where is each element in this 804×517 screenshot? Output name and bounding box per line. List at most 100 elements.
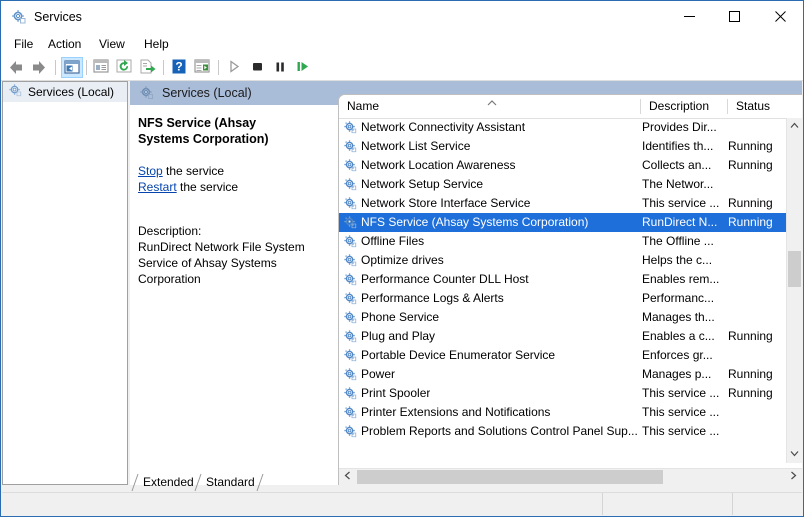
table-row[interactable]: Printer Extensions and Notifications This…	[339, 403, 786, 422]
cell-name: Network Setup Service	[361, 175, 483, 194]
service-gear-icon	[343, 405, 358, 420]
vertical-scrollbar-thumb[interactable]	[788, 251, 801, 287]
cell-status	[728, 289, 784, 308]
show-hide-action-pane-icon[interactable]	[192, 57, 214, 78]
service-gear-icon	[343, 196, 358, 211]
table-row[interactable]: Performance Counter DLL HostEnables rem.…	[339, 270, 786, 289]
description-text: RunDirect Network File System Service of…	[138, 239, 313, 287]
cell-status: Running	[728, 327, 784, 346]
maximize-button[interactable]	[711, 1, 757, 32]
service-gear-icon	[343, 139, 358, 154]
toolbar-separator	[86, 60, 87, 75]
cell-status: Running	[728, 194, 784, 213]
cell-description: Collects an...	[642, 156, 725, 175]
table-row[interactable]: Network Location AwarenessCollects an...…	[339, 156, 786, 175]
cell-status: Running	[728, 365, 784, 384]
close-button[interactable]	[757, 1, 803, 32]
window-title: Services	[34, 9, 82, 25]
services-window: Services File Action View Help	[0, 0, 804, 517]
stop-service-link-row: Stop the service	[138, 163, 329, 179]
chevron-down-icon[interactable]	[787, 446, 802, 463]
cell-name: Phone Service	[361, 308, 439, 327]
results-pane: Services (Local) NFS Service (Ahsay Syst…	[130, 81, 802, 485]
cell-status: Running	[728, 213, 784, 232]
cell-description: Manages th...	[642, 308, 725, 327]
cell-name: Network Connectivity Assistant	[361, 118, 525, 137]
table-row[interactable]: Offline Files The Offline ...	[339, 232, 786, 251]
svg-text:?: ?	[175, 60, 182, 74]
table-row[interactable]: Network Store Interface ServiceThis serv…	[339, 194, 786, 213]
tab-extended[interactable]: Extended	[136, 473, 201, 492]
export-list-icon[interactable]	[137, 57, 159, 78]
restart-service-link[interactable]: Restart	[138, 180, 177, 194]
table-row[interactable]: Print SpoolerThis service ...Running	[339, 384, 786, 403]
show-hide-console-tree-icon[interactable]	[61, 57, 83, 78]
service-gear-icon	[343, 120, 358, 135]
cell-description: This service ...	[642, 403, 725, 422]
cell-description: The Networ...	[642, 175, 725, 194]
vertical-scrollbar[interactable]	[786, 118, 802, 463]
pause-service-icon[interactable]	[270, 57, 292, 78]
back-arrow-icon[interactable]	[5, 57, 27, 78]
table-row[interactable]: Plug and PlayEnables a c...Running	[339, 327, 786, 346]
menu-help[interactable]: Help	[137, 35, 176, 53]
table-row[interactable]: Performance Logs & AlertsPerformanc...	[339, 289, 786, 308]
table-row[interactable]: Problem Reports and Solutions Control Pa…	[339, 422, 786, 441]
chevron-up-icon[interactable]	[787, 118, 802, 135]
help-icon[interactable]: ?	[169, 57, 191, 78]
services-gear-icon	[11, 9, 27, 25]
service-gear-icon	[343, 234, 358, 249]
cell-status	[728, 175, 784, 194]
services-gear-icon	[139, 85, 155, 101]
cell-name: NFS Service (Ahsay Systems Corporation)	[361, 213, 588, 232]
cell-description: Identifies th...	[642, 137, 725, 156]
cell-name: Printer Extensions and Notifications	[361, 403, 550, 422]
cell-description: Performanc...	[642, 289, 725, 308]
cell-name: Plug and Play	[361, 327, 435, 346]
tree-node-services-local[interactable]: Services (Local)	[3, 82, 127, 102]
menu-action[interactable]: Action	[41, 35, 88, 53]
start-service-icon[interactable]	[224, 57, 246, 78]
cell-status	[728, 118, 784, 137]
restart-service-link-row: Restart the service	[138, 179, 329, 195]
restart-service-icon[interactable]	[293, 57, 315, 78]
tab-standard[interactable]: Standard	[199, 473, 262, 492]
tab-slash-right	[255, 473, 265, 492]
minimize-button[interactable]	[666, 1, 712, 32]
table-row[interactable]: PowerManages p...Running	[339, 365, 786, 384]
table-row[interactable]: Network List ServiceIdentifies th...Runn…	[339, 137, 786, 156]
table-row[interactable]: Network Setup Service The Networ...	[339, 175, 786, 194]
properties-icon[interactable]	[91, 57, 113, 78]
status-bar-segment	[602, 493, 733, 515]
menu-view[interactable]: View	[92, 35, 132, 53]
refresh-icon[interactable]	[114, 57, 136, 78]
stop-service-link[interactable]: Stop	[138, 164, 163, 178]
service-gear-icon	[343, 158, 358, 173]
service-gear-icon	[343, 253, 358, 268]
table-row[interactable]: Portable Device Enumerator ServiceEnforc…	[339, 346, 786, 365]
cell-status	[728, 403, 784, 422]
table-row[interactable]: Network Connectivity AssistantProvides D…	[339, 118, 786, 137]
maximize-icon	[711, 1, 757, 32]
service-gear-icon	[343, 329, 358, 344]
cell-name: Print Spooler	[361, 384, 430, 403]
cell-name: Performance Counter DLL Host	[361, 270, 529, 289]
column-header-description[interactable]: Description	[641, 95, 727, 117]
cell-status: Running	[728, 137, 784, 156]
cell-name: Offline Files	[361, 232, 424, 251]
column-header-status[interactable]: Status	[728, 95, 786, 117]
forward-arrow-icon[interactable]	[28, 57, 50, 78]
tree-node-label: Services (Local)	[28, 85, 114, 99]
menu-file[interactable]: File	[7, 35, 40, 53]
results-header-label: Services (Local)	[162, 85, 252, 101]
table-row[interactable]: Phone Service Manages th...	[339, 308, 786, 327]
table-row[interactable]: Optimize drivesHelps the c...	[339, 251, 786, 270]
cell-description: The Offline ...	[642, 232, 725, 251]
stop-service-icon[interactable]	[247, 57, 269, 78]
service-gear-icon	[343, 215, 358, 230]
table-row[interactable]: NFS Service (Ahsay Systems Corporation) R…	[339, 213, 786, 232]
toolbar-separator	[218, 60, 219, 75]
selected-service-title: NFS Service (Ahsay Systems Corporation)	[138, 115, 303, 147]
status-bar	[2, 492, 802, 515]
list-column-header: Name Description Status	[339, 95, 802, 119]
